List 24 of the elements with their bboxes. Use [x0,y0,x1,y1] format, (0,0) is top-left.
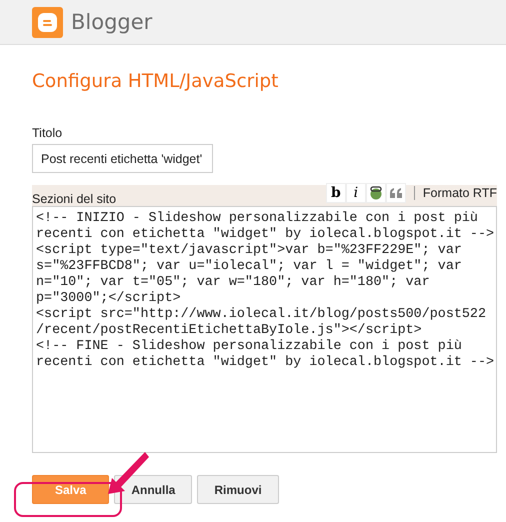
code-line: s="%23FFBCD8"; var u="iolecal"; var l = "widget"; var [36,259,463,275]
brand-name: Blogger [71,10,152,34]
code-line: <script type="text/javascript">var b="%23FF229E"; var [36,243,463,259]
link-button[interactable] [366,182,386,202]
action-button[interactable]: Rimuovi [197,475,279,504]
code-editor[interactable] [32,207,497,453]
code-line: p="3000";</script> [36,291,182,307]
rich-text-link[interactable]: Formato RTF [422,186,497,200]
title-field[interactable]: Post recenti etichetta 'widget' [32,144,213,173]
action-button[interactable]: Annulla [114,475,192,504]
code-line: <script src="http://www.iolecal.it/blog/posts500/post522 [36,307,487,323]
italic-button[interactable]: i [346,182,366,202]
bold-button[interactable]: b [326,182,346,202]
code-line: recenti con etichetta "widget" by iolecal.blogspot.it --> [36,227,493,243]
logo-icon [32,6,63,38]
quote-icon [390,188,402,198]
field-label: Sezioni del sito [32,192,116,206]
code-line: <!-- FINE - Slideshow personalizzabile con i post più [36,339,463,355]
code-line: n="10"; var t="05"; var w="180"; var h="180"; var [36,275,431,291]
code-line: recenti con etichetta "widget" by iolecal.blogspot.it --> [36,355,493,371]
code-line: /recent/postRecentiEtichettaByIole.js"></script> [36,323,423,339]
page-title: Configura HTML/JavaScript [32,71,280,92]
code-line: <!-- INIZIO - Slideshow personalizzabile con i post più [36,211,479,227]
field-label: Titolo [32,126,64,140]
